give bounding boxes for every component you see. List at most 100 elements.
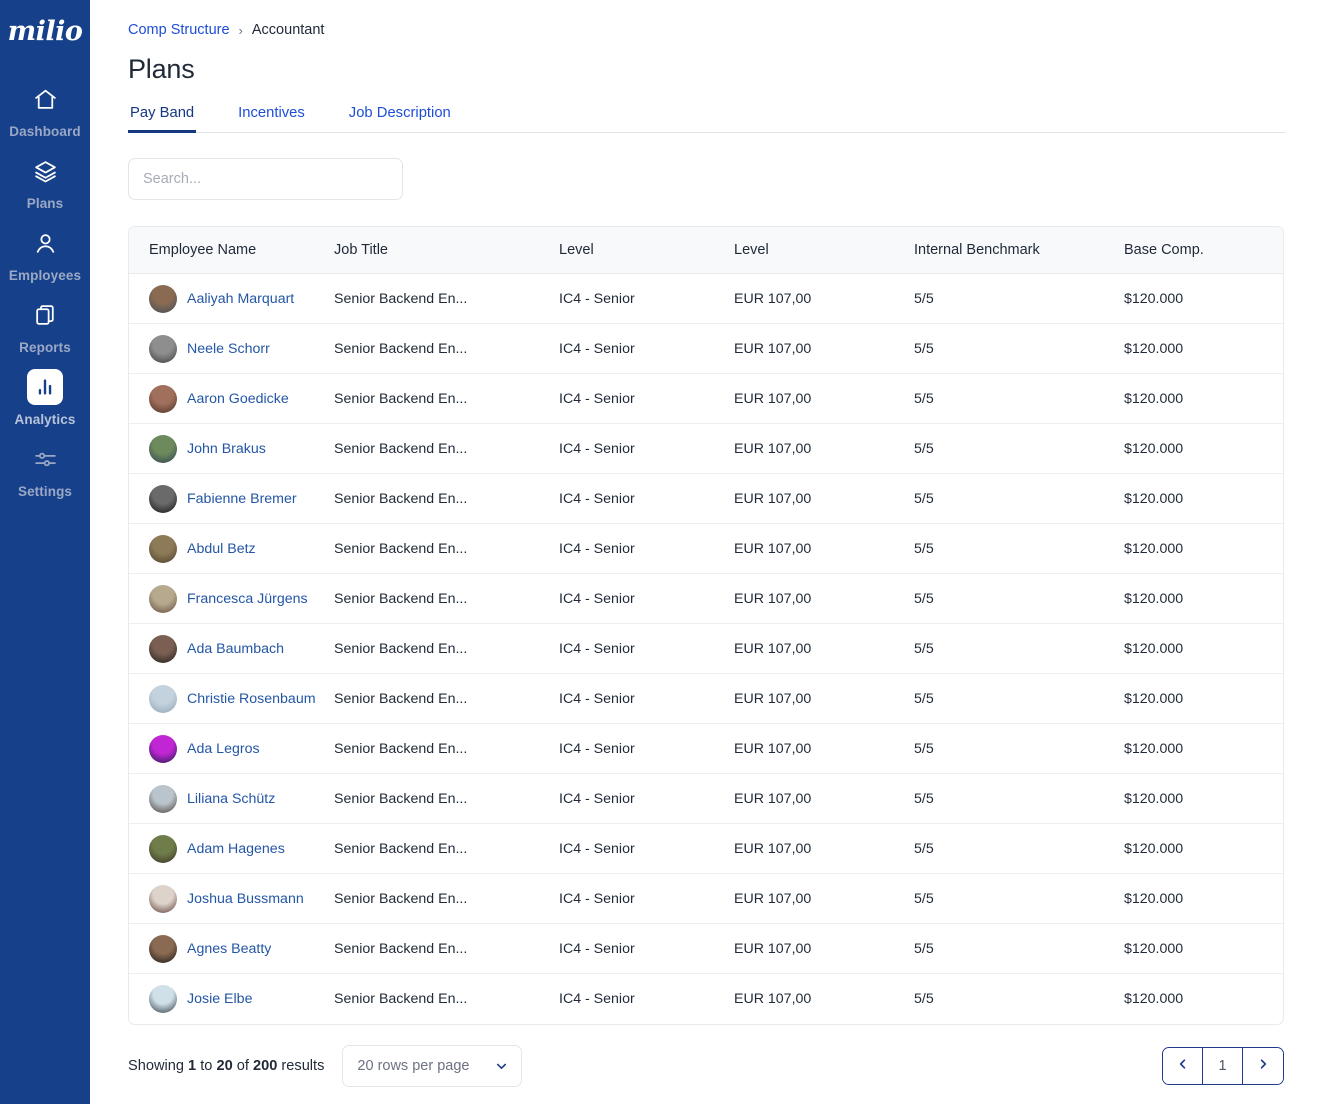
rows-per-page-select[interactable]: 20 rows per page (342, 1044, 523, 1087)
employee-name-link[interactable]: John Brakus (187, 441, 266, 457)
cell-level: IC4 - Senior (559, 673, 734, 724)
pagination: 1 (1162, 1046, 1284, 1085)
cell-employee-name: Fabienne Bremer (129, 473, 334, 524)
home-icon (27, 81, 63, 117)
avatar (149, 834, 177, 863)
employee-name-link[interactable]: Ada Legros (187, 741, 260, 757)
cell-job-title: Senior Backend En... (334, 873, 559, 924)
employee-name-link[interactable]: Agnes Beatty (187, 941, 271, 957)
tab-pay-band[interactable]: Pay Band (128, 101, 197, 133)
cell-employee-name: John Brakus (129, 423, 334, 474)
column-header-base-comp[interactable]: Base Comp. (1124, 227, 1283, 274)
sidebar-item-employees[interactable]: Employees (0, 215, 90, 287)
cell-base-comp: $120.000 (1124, 873, 1283, 924)
sidebar-item-plans[interactable]: Plans (0, 143, 90, 215)
avatar (149, 684, 177, 713)
column-header-level[interactable]: Level (559, 227, 734, 274)
employee-name-link[interactable]: Aaron Goedicke (187, 391, 289, 407)
cell-level: IC4 - Senior (559, 990, 635, 1007)
sidebar-item-label: Settings (17, 484, 73, 499)
cell-job-title: Senior Backend En... (334, 573, 559, 624)
pagination-prev-button[interactable] (1163, 1047, 1203, 1084)
column-header-job-title[interactable]: Job Title (334, 227, 559, 274)
cell-level-2: EUR 107,00 (734, 923, 914, 974)
cell-internal-benchmark: 5/5 (914, 673, 1124, 724)
cell-base-comp: $120.000 (1124, 323, 1283, 374)
avatar (149, 784, 177, 813)
cell-level: IC4 - Senior (559, 823, 734, 874)
avatar (149, 434, 177, 463)
sidebar-item-settings[interactable]: Settings (0, 431, 90, 503)
cell-base-comp: $120.000 (1124, 773, 1283, 824)
pagination-page-1-button[interactable]: 1 (1203, 1047, 1243, 1084)
cell-base-comp: $120.000 (1124, 823, 1283, 874)
tab-incentives[interactable]: Incentives (236, 101, 307, 132)
cell-employee-name: Francesca Jürgens (129, 573, 334, 624)
cell-level: IC4 - Senior (559, 873, 734, 924)
cell-base-comp: $120.000 (1124, 673, 1283, 724)
cell-level-2: EUR 107,00 (734, 323, 914, 374)
cell-base-comp: $120.000 (1124, 723, 1283, 774)
employee-name-link[interactable]: Abdul Betz (187, 541, 256, 557)
documents-icon (27, 297, 63, 333)
table-body: Aaliyah Marquart Senior Backend En... IC4 … (129, 273, 1283, 1024)
pagination-page-number: 1 (1218, 1057, 1227, 1074)
cell-base-comp: $120.000 (1124, 990, 1184, 1007)
cell-job-title: Senior Backend En... (334, 923, 559, 974)
cell-base-comp: $120.000 (1124, 473, 1283, 524)
sidebar-item-analytics[interactable]: Analytics (0, 359, 90, 431)
cell-level-2: EUR 107,00 (734, 990, 812, 1007)
cell-job-title: Senior Backend En... (334, 723, 559, 774)
layers-icon (27, 153, 63, 189)
table-row: Adam Hagenes Senior Backend En... IC4 - Se… (129, 823, 1283, 874)
table-header-row: Employee Name Job Title Level Level Inte… (129, 227, 1283, 274)
table-row: Ada Baumbach Senior Backend En... IC4 - Se… (129, 623, 1283, 674)
cell-employee-name: Josie Elbe (129, 974, 334, 1024)
employee-name-link[interactable]: Adam Hagenes (187, 841, 285, 857)
avatar (149, 984, 177, 1013)
table-row: Ada Legros Senior Backend En... IC4 - Seni… (129, 723, 1283, 774)
cell-job-title: Senior Backend En... (334, 623, 559, 674)
cell-level-2: EUR 107,00 (734, 523, 914, 574)
column-header-internal-benchmark[interactable]: Internal Benchmark (914, 227, 1124, 274)
cell-employee-name: Neele Schorr (129, 323, 334, 374)
cell-internal-benchmark: 5/5 (914, 523, 1124, 574)
cell-level: IC4 - Senior (559, 373, 734, 424)
employee-name-link[interactable]: Francesca Jürgens (187, 591, 308, 607)
employee-name-link[interactable]: Neele Schorr (187, 341, 270, 357)
avatar (149, 284, 177, 313)
column-header-level-2[interactable]: Level (734, 227, 914, 274)
sidebar-item-dashboard[interactable]: Dashboard (0, 71, 90, 143)
column-header-employee-name[interactable]: Employee Name (129, 227, 334, 274)
employee-name-link[interactable]: Fabienne Bremer (187, 491, 297, 507)
breadcrumb-parent-link[interactable]: Comp Structure (128, 22, 230, 38)
cell-employee-name: Ada Baumbach (129, 623, 334, 674)
cell-job-title: Senior Backend En... (334, 523, 559, 574)
cell-internal-benchmark: 5/5 (914, 623, 1124, 674)
employee-name-link[interactable]: Josie Elbe (187, 991, 252, 1007)
employee-name-link[interactable]: Ada Baumbach (187, 641, 284, 657)
cell-internal-benchmark: 5/5 (914, 723, 1124, 774)
rows-per-page-select-wrap: 20 rows per page (342, 1044, 523, 1087)
employee-name-link[interactable]: Joshua Bussmann (187, 891, 304, 907)
bar-chart-icon (27, 369, 63, 405)
results-summary: Showing 1 to 20 of 200 results (128, 1058, 324, 1074)
cell-job-title: Senior Backend En... (334, 673, 559, 724)
employee-name-link[interactable]: Aaliyah Marquart (187, 291, 294, 307)
avatar (149, 734, 177, 763)
breadcrumb-current: Accountant (251, 22, 325, 38)
pagination-next-button[interactable] (1243, 1047, 1283, 1084)
tab-job-description[interactable]: Job Description (347, 101, 453, 132)
employee-name-link[interactable]: Liliana Schütz (187, 791, 275, 807)
cell-level-2: EUR 107,00 (734, 573, 914, 624)
showing-from: 1 (188, 1057, 197, 1074)
sidebar-item-reports[interactable]: Reports (0, 287, 90, 359)
employee-name-link[interactable]: Christie Rosenbaum (187, 691, 316, 707)
breadcrumb: Comp Structure › Accountant (128, 22, 1286, 38)
table-header: Employee Name Job Title Level Level Inte… (129, 227, 1283, 274)
showing-prefix: Showing (128, 1057, 184, 1074)
search-input[interactable] (128, 158, 403, 200)
cell-level: IC4 - Senior (559, 273, 734, 324)
sidebar-item-label: Analytics (14, 412, 76, 427)
cell-employee-name: Agnes Beatty (129, 923, 334, 974)
